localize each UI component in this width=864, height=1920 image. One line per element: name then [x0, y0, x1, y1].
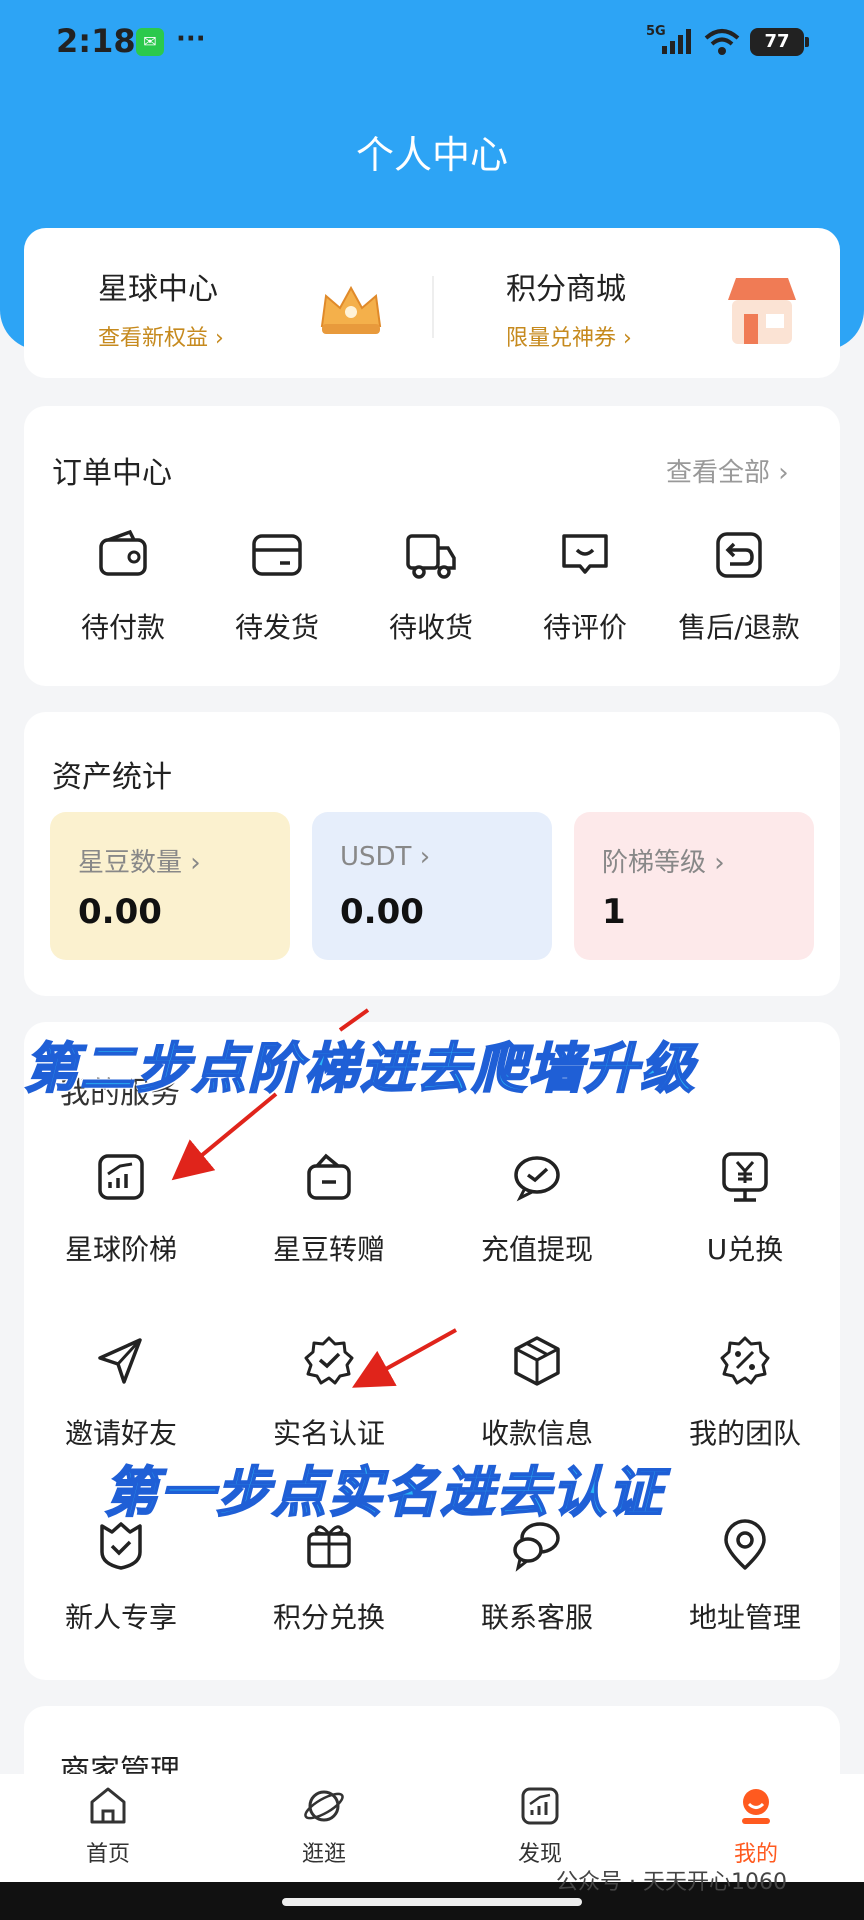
service-newcomer-exclusive[interactable]: 新人专享 [46, 1518, 196, 1636]
annotation-step1: 第一步点实名进去认证 [103, 1460, 664, 1525]
promo-divider [432, 276, 434, 338]
watermark-text: 公众号 · 天天开心1060 [556, 1870, 787, 1895]
status-more-icon: ··· [176, 24, 206, 54]
order-label: 待发货 [234, 611, 319, 644]
home-indicator[interactable] [282, 1898, 582, 1906]
planet-center-entry[interactable]: 星球中心 查看新权益 › [98, 264, 224, 352]
service-label: 新人专享 [64, 1601, 177, 1634]
tab-mine[interactable]: 我的 [696, 1784, 816, 1868]
gift-bag-icon [307, 1153, 351, 1200]
service-label: 收款信息 [480, 1417, 593, 1450]
comment-icon [562, 534, 608, 574]
tab-label: 逛逛 [301, 1842, 346, 1867]
verified-badge-icon [304, 1336, 354, 1385]
asset-label: 阶梯等级 › [602, 848, 725, 878]
yen-screen-icon [722, 1152, 768, 1202]
service-payment-info[interactable]: 收款信息 [462, 1334, 612, 1452]
truck-icon [406, 534, 456, 579]
service-label: 充值提现 [480, 1233, 593, 1266]
signal-icon [662, 29, 691, 54]
order-after-sales[interactable]: 售后/退款 [664, 528, 814, 646]
service-real-name-verification[interactable]: 实名认证 [254, 1334, 404, 1452]
order-label: 待评价 [542, 611, 627, 644]
service-label: 邀请好友 [64, 1417, 177, 1450]
service-invite-friends[interactable]: 邀请好友 [46, 1334, 196, 1452]
wifi-icon [704, 29, 740, 55]
service-label: 地址管理 [688, 1601, 801, 1634]
battery-indicator: 77 [750, 28, 809, 56]
asset-ladder-level[interactable]: 阶梯等级 › 1 [574, 812, 814, 960]
wechat-icon: ✉ [136, 28, 164, 56]
return-icon [716, 532, 762, 578]
tab-discover[interactable]: 发现 [480, 1784, 600, 1868]
asset-label: 星豆数量 › [78, 848, 201, 878]
service-label: 实名认证 [272, 1417, 385, 1450]
chart-box-icon [521, 1787, 559, 1825]
order-pending-payment[interactable]: 待付款 [48, 528, 198, 646]
order-pending-receipt[interactable]: 待收货 [356, 528, 506, 646]
service-points-exchange[interactable]: 积分兑换 [254, 1518, 404, 1636]
order-pending-review[interactable]: 待评价 [510, 528, 660, 646]
chart-icon [98, 1154, 144, 1200]
asset-value: 1 [602, 892, 626, 932]
location-icon [724, 1519, 766, 1570]
crown-icon [320, 285, 382, 334]
service-contact-support[interactable]: 联系客服 [462, 1518, 612, 1636]
page-title: 个人中心 [355, 133, 508, 177]
service-label: 积分兑换 [272, 1601, 385, 1634]
service-label: U兑换 [706, 1233, 784, 1266]
status-time: 2:18 [56, 22, 136, 60]
tab-label: 首页 [85, 1842, 130, 1867]
order-label: 待付款 [80, 611, 165, 644]
service-address-management[interactable]: 地址管理 [670, 1518, 820, 1636]
view-all-orders-link[interactable]: 查看全部 › [666, 452, 789, 489]
asset-value: 0.00 [78, 892, 162, 932]
service-label: 星豆转赠 [272, 1233, 385, 1266]
points-mall-link[interactable]: 限量兑神券 › [506, 320, 632, 352]
card-icon [252, 534, 302, 576]
tab-home[interactable]: 首页 [48, 1784, 168, 1868]
home-icon [90, 1787, 126, 1824]
points-mall-entry[interactable]: 积分商城 限量兑神券 › [506, 264, 632, 352]
service-u-exchange[interactable]: U兑换 [670, 1150, 820, 1268]
shop-icon [728, 278, 796, 344]
tab-browse[interactable]: 逛逛 [264, 1784, 384, 1868]
order-center-title: 订单中心 [52, 456, 172, 491]
order-pending-shipment[interactable]: 待发货 [202, 528, 352, 646]
assets-title: 资产统计 [52, 760, 172, 795]
percent-badge-icon [720, 1336, 770, 1385]
order-label: 售后/退款 [678, 611, 800, 644]
service-recharge-withdraw[interactable]: 充值提现 [462, 1150, 612, 1268]
send-icon [98, 1338, 142, 1384]
planet-center-link[interactable]: 查看新权益 › [98, 320, 224, 352]
asset-value: 0.00 [340, 892, 424, 932]
planet-center-title: 星球中心 [98, 272, 218, 307]
profile-icon [742, 1789, 770, 1824]
planet-icon [304, 1790, 344, 1822]
asset-label: USDT › [340, 842, 431, 872]
asset-usdt[interactable]: USDT › 0.00 [312, 812, 552, 960]
service-my-team[interactable]: 我的团队 [670, 1334, 820, 1452]
points-mall-title: 积分商城 [506, 272, 626, 307]
order-label: 待收货 [388, 611, 473, 644]
service-label: 联系客服 [480, 1601, 593, 1634]
asset-star-beans[interactable]: 星豆数量 › 0.00 [50, 812, 290, 960]
box-icon [514, 1336, 560, 1386]
service-label: 星球阶梯 [64, 1233, 177, 1266]
wallet-icon [99, 529, 147, 576]
service-bean-transfer[interactable]: 星豆转赠 [254, 1150, 404, 1268]
service-planet-ladder[interactable]: 星球阶梯 [46, 1150, 196, 1268]
annotation-step2: 第二步点阶梯进去爬墙升级 [23, 1036, 696, 1101]
service-label: 我的团队 [688, 1417, 801, 1450]
check-bubble-icon [514, 1156, 560, 1202]
